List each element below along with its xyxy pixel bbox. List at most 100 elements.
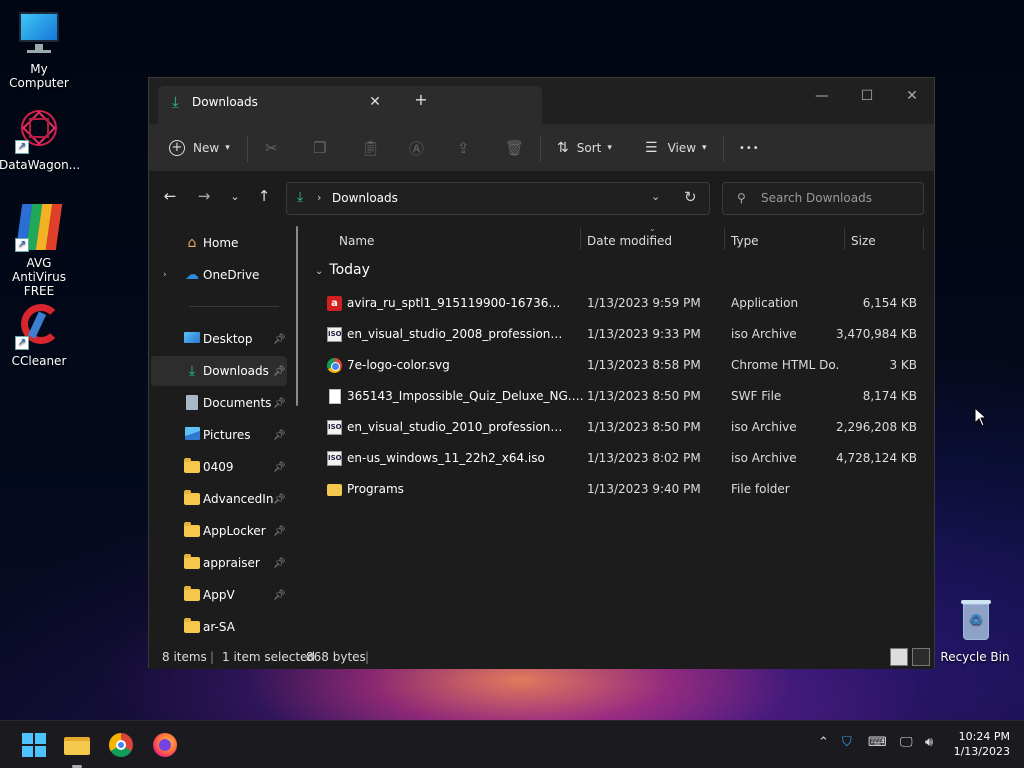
table-row[interactable]: ISO en_visual_studio_2008_professional_x… [317, 319, 927, 349]
sidebar-item-appv[interactable]: AppV 📌︎ [151, 580, 287, 610]
search-box[interactable]: ⚲ [722, 182, 924, 215]
sidebar-item-appraiser[interactable]: appraiser 📌︎ [151, 548, 287, 578]
desktop-icon-my-computer[interactable]: My Computer [0, 10, 79, 90]
new-button[interactable]: + New ▾ [169, 134, 230, 162]
up-button[interactable]: ↑ [252, 187, 276, 205]
sidebar-item-ar-sa[interactable]: ar-SA [151, 612, 287, 642]
taskbar-firefox[interactable] [151, 731, 179, 759]
keyboard-icon[interactable]: ⌨ [868, 735, 887, 750]
taskbar-chrome[interactable] [107, 731, 135, 759]
tab-close-button[interactable]: ✕ [365, 92, 385, 112]
column-divider[interactable] [580, 228, 581, 250]
file-name: en_visual_studio_2010_professional_x86_.… [347, 420, 567, 434]
pictures-icon [183, 427, 201, 443]
sidebar-item-home[interactable]: ⌂ Home [151, 228, 287, 258]
back-button[interactable]: ← [158, 187, 182, 205]
more-options-button[interactable]: ••• [739, 134, 760, 162]
taskbar-file-explorer[interactable] [63, 731, 91, 768]
sidebar-scrollbar[interactable] [296, 226, 298, 406]
iso-icon: ISO [327, 420, 342, 435]
sidebar-item-label: Home [203, 236, 239, 250]
sort-button[interactable]: ⇅ Sort ▾ [557, 134, 612, 162]
maximize-button[interactable]: ☐ [844, 82, 890, 110]
home-icon: ⌂ [187, 235, 197, 251]
sidebar-item-advancedins[interactable]: AdvancedIns 📌︎ [151, 484, 287, 514]
column-header-row: Name Date modified ⌄ Type Size [307, 224, 934, 256]
delete-button[interactable]: 🗑︎ [505, 134, 524, 162]
chevron-right-icon: › [317, 191, 322, 204]
file-name: en_visual_studio_2008_professional_x86_.… [347, 327, 567, 341]
file-size: 6,154 KB [862, 296, 917, 310]
column-divider[interactable] [923, 228, 924, 250]
show-hidden-icons-button[interactable]: ⌃ [818, 735, 829, 750]
cut-button[interactable]: ✂ [265, 134, 278, 162]
folder-icon [183, 522, 201, 539]
copy-button[interactable]: ❐ [313, 134, 326, 162]
file-size: 3,470,984 KB [836, 327, 917, 341]
details-view-button[interactable] [890, 648, 908, 666]
desktop-icon-recycle-bin[interactable]: ♻ Recycle Bin [935, 598, 1015, 664]
rename-button[interactable]: Ⓐ [409, 134, 424, 162]
new-tab-button[interactable]: + [411, 90, 431, 110]
sort-button-label: Sort [576, 141, 602, 155]
large-icons-view-button[interactable] [912, 648, 930, 666]
folder-icon [183, 586, 201, 603]
sidebar-item-applocker[interactable]: AppLocker 📌︎ [151, 516, 287, 546]
view-button[interactable]: ☰ View ▾ [645, 134, 707, 162]
column-header-type[interactable]: Type [731, 234, 759, 248]
sidebar-item-onedrive[interactable]: › ☁ OneDrive [151, 260, 287, 290]
group-header-today[interactable]: ⌄ Today [315, 262, 370, 278]
chevron-down-icon: ▾ [702, 143, 707, 153]
desktop-icon-ccleaner[interactable]: ↗ CCleaner [0, 302, 79, 368]
sidebar-item-desktop[interactable]: Desktop 📌︎ [151, 324, 287, 354]
table-row[interactable]: ISO en-us_windows_11_22h2_x64.iso 1/13/2… [317, 443, 927, 473]
address-path-downloads[interactable]: Downloads [332, 191, 398, 205]
column-divider[interactable] [724, 228, 725, 250]
pin-icon: 📌︎ [273, 429, 286, 441]
desktop-icon-label: My Computer [9, 62, 69, 90]
table-row[interactable]: a avira_ru_sptl1_915119900-1673675960__p… [317, 288, 927, 318]
desktop-icon-label: CCleaner [11, 354, 67, 368]
file-name: 7e-logo-color.svg [347, 358, 450, 372]
table-row[interactable]: 365143_Impossible_Quiz_Deluxe_NG.swf 1/1… [317, 381, 927, 411]
paste-button[interactable]: 📋︎ [361, 134, 380, 162]
desktop-icon-avg[interactable]: ↗ AVG AntiVirus FREE [0, 204, 79, 298]
close-window-button[interactable]: ✕ [889, 82, 935, 110]
shortcut-arrow-icon: ↗ [15, 238, 29, 252]
volume-icon[interactable]: 🔊︎ [925, 735, 933, 750]
sidebar-item-documents[interactable]: Documents 📌︎ [151, 388, 287, 418]
sidebar-item-downloads[interactable]: ⤓ Downloads 📌︎ [151, 356, 287, 386]
column-header-size[interactable]: Size [851, 234, 876, 248]
share-button[interactable]: ⇪ [457, 134, 470, 162]
taskbar-clock[interactable]: 10:24 PM 1/13/2023 [954, 729, 1010, 759]
column-header-name[interactable]: Name [339, 234, 374, 248]
expand-chevron-icon[interactable]: › [163, 270, 167, 280]
folder-icon [183, 490, 201, 507]
sidebar-item-pictures[interactable]: Pictures 📌︎ [151, 420, 287, 450]
table-row[interactable]: Programs 1/13/2023 9:40 PM File folder [317, 474, 927, 504]
network-icon[interactable]: 🖵︎ [900, 735, 913, 750]
sidebar-item-0409[interactable]: 0409 📌︎ [151, 452, 287, 482]
search-input[interactable] [761, 191, 911, 205]
address-dropdown-button[interactable]: ⌄ [651, 190, 660, 203]
refresh-button[interactable]: ↻ [684, 188, 697, 206]
minimize-button[interactable]: — [799, 82, 845, 110]
table-row[interactable]: 7e-logo-color.svg 1/13/2023 8:58 PM Chro… [317, 350, 927, 380]
status-divider: | [365, 650, 370, 664]
sidebar-item-label: Pictures [203, 428, 251, 442]
table-row[interactable]: ISO en_visual_studio_2010_professional_x… [317, 412, 927, 442]
folder-icon [183, 458, 201, 475]
plus-circle-icon: + [169, 140, 185, 156]
security-shield-icon[interactable]: ⛉ [842, 735, 852, 750]
pin-icon: 📌︎ [273, 557, 286, 569]
iso-icon: ISO [327, 451, 342, 466]
desktop-icon-datawagon[interactable]: ↗ DataWagon... [0, 106, 80, 172]
tab-downloads[interactable]: ⤓ Downloads ✕ [158, 86, 542, 124]
forward-button[interactable]: → [192, 187, 216, 205]
column-divider[interactable] [844, 228, 845, 250]
column-header-date[interactable]: Date modified [587, 234, 672, 248]
start-button[interactable] [20, 731, 48, 759]
recent-locations-button[interactable]: ⌄ [223, 190, 247, 203]
address-bar[interactable]: ⤓ › Downloads ⌄ ↻ [286, 182, 710, 215]
chevron-down-icon: ▾ [607, 143, 612, 153]
